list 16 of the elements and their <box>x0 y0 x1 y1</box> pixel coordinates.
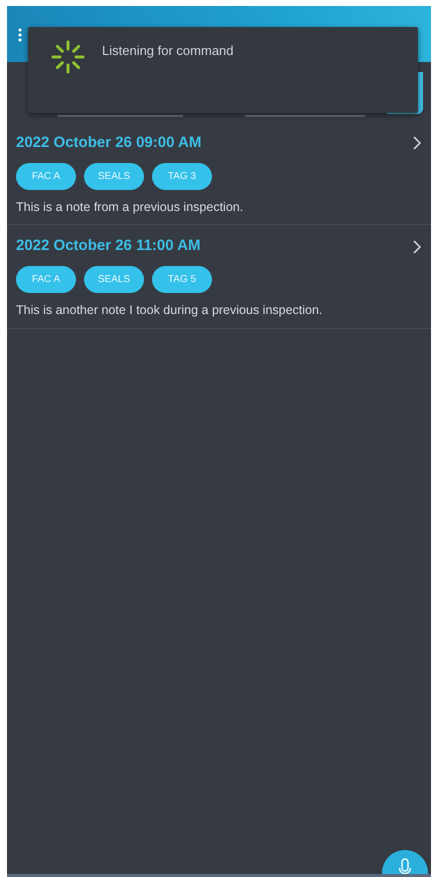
note-text: This is another note I took during a previous inspection. <box>16 302 324 319</box>
note-timestamp: 2022 October 26 11:00 AM <box>16 236 201 256</box>
spinner-icon <box>50 39 86 75</box>
tag-chip: TAG 5 <box>152 266 212 293</box>
chevron-right-icon[interactable] <box>413 136 421 150</box>
tag-chip: SEALS <box>84 266 144 293</box>
tag-chip: FAC A <box>16 162 76 190</box>
menu-icon[interactable] <box>18 28 22 42</box>
tag-chip: TAG 3 <box>152 162 212 190</box>
chevron-right-icon[interactable] <box>413 240 421 254</box>
tag-chip: FAC A <box>16 266 76 293</box>
note-timestamp: 2022 October 26 09:00 AM <box>16 133 202 153</box>
tag-chip: SEALS <box>84 162 144 190</box>
dialog-message: Listening for command <box>102 42 234 60</box>
note-text: This is a note from a previous inspection. <box>16 198 244 216</box>
microphone-icon <box>398 858 412 874</box>
